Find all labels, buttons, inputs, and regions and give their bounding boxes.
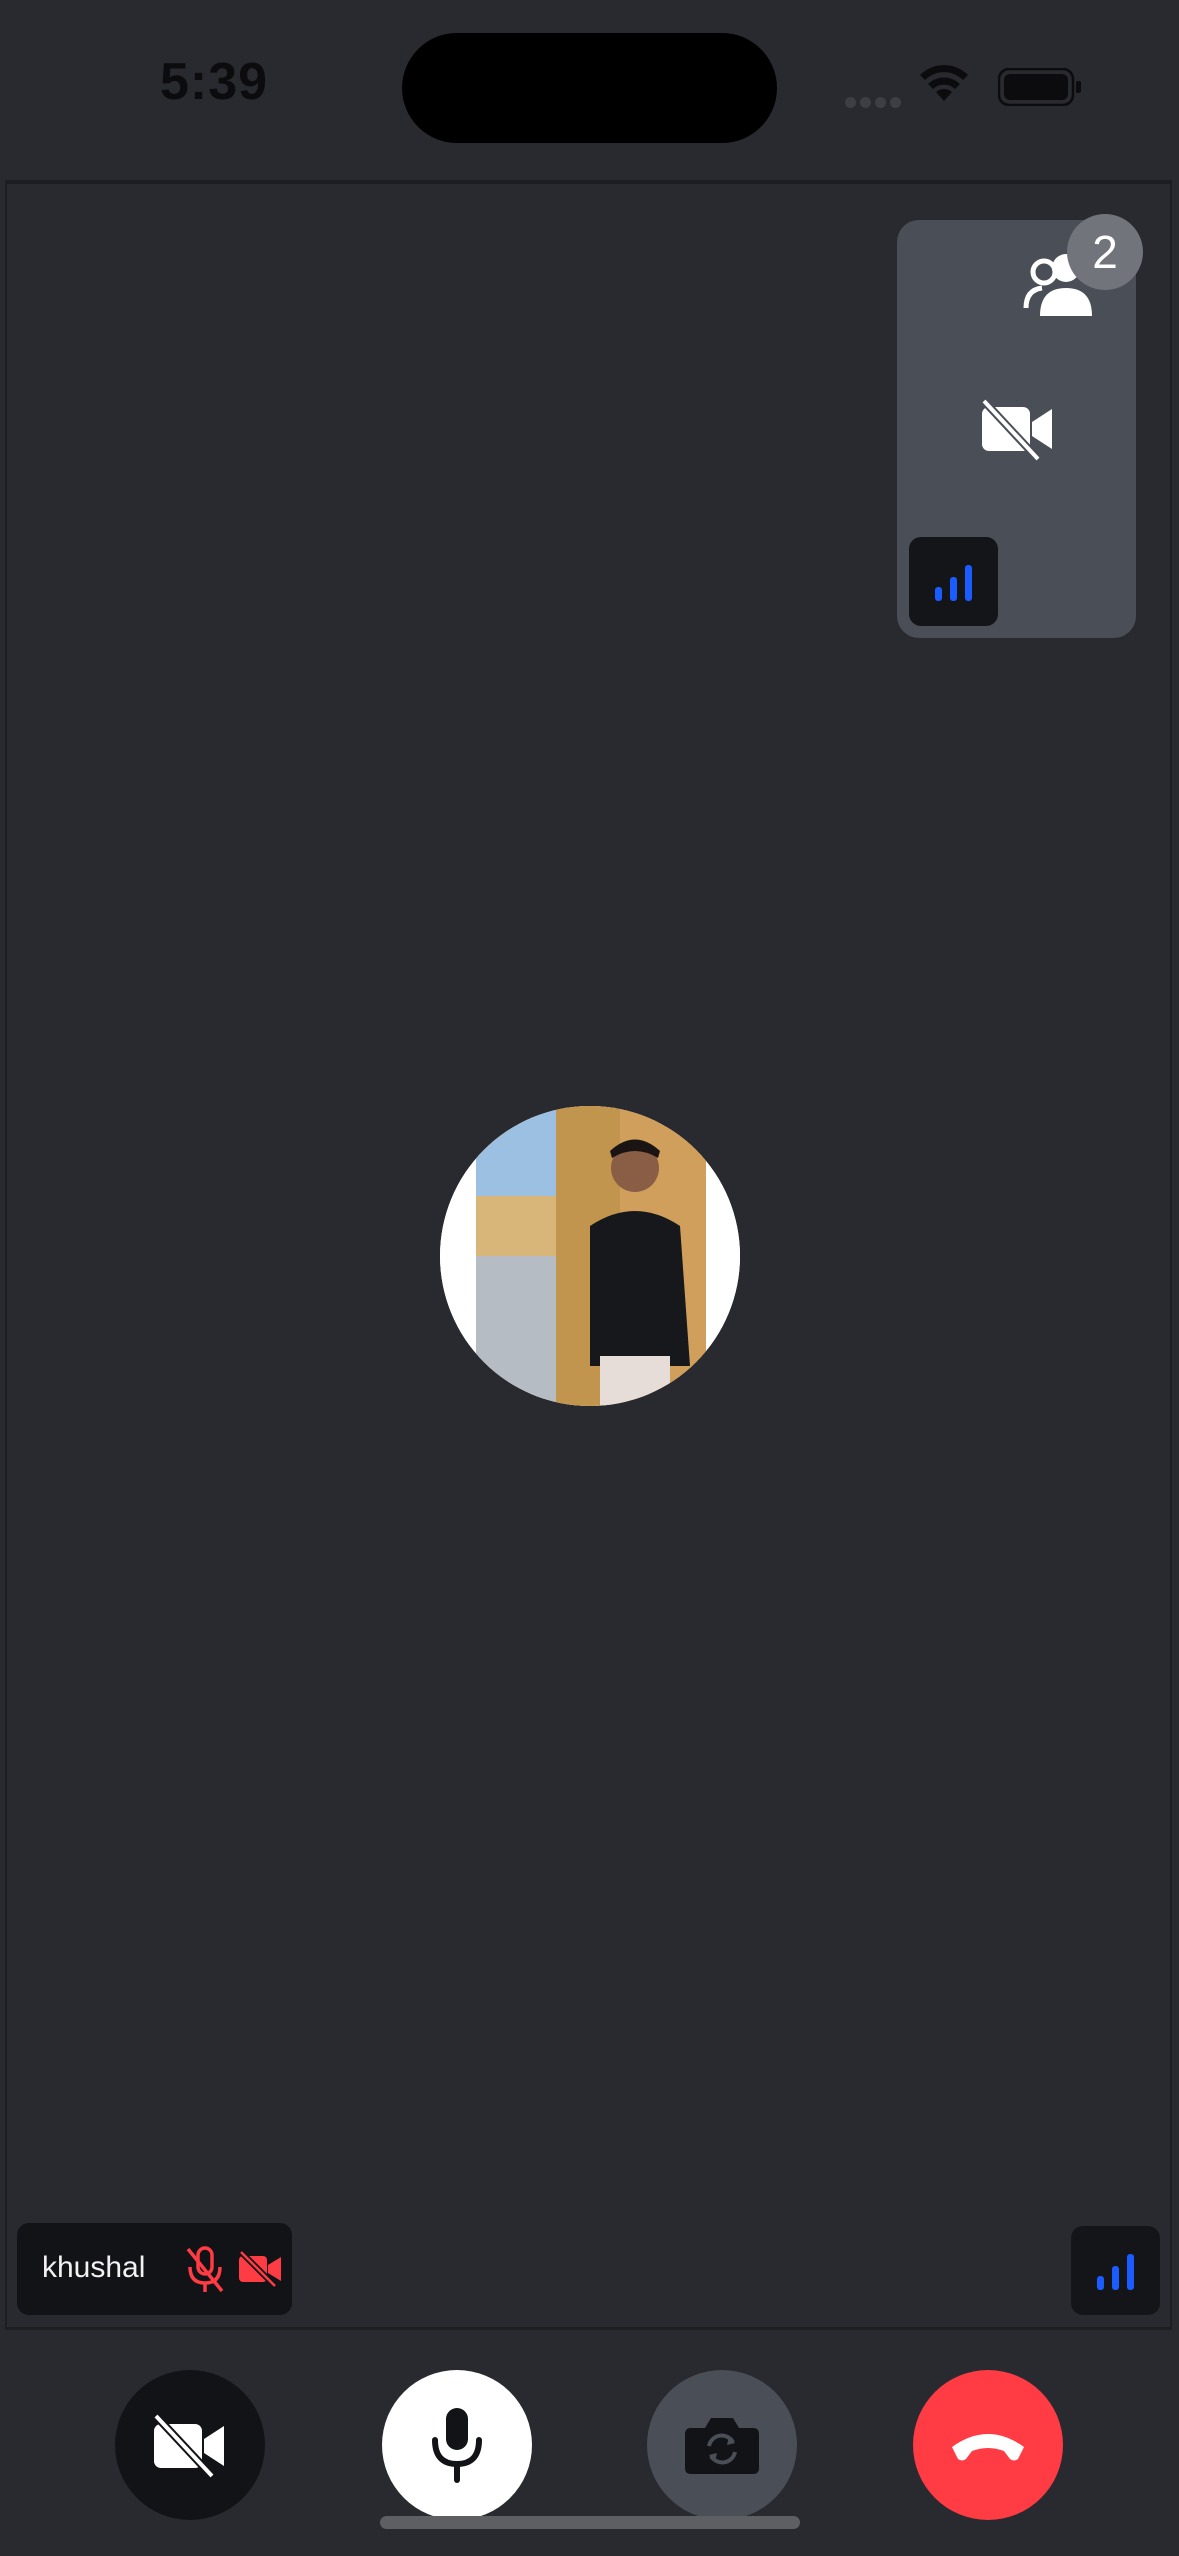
microphone-icon xyxy=(432,2408,482,2483)
toggle-video-button[interactable] xyxy=(115,2370,265,2520)
home-indicator[interactable] xyxy=(380,2516,800,2529)
battery-icon xyxy=(998,68,1081,106)
participant-name: khushal xyxy=(42,2251,146,2284)
status-bar: 5:39 xyxy=(0,0,1179,175)
phone-hangup-icon xyxy=(952,2434,1024,2461)
end-call-button[interactable] xyxy=(913,2370,1063,2520)
status-time: 5:39 xyxy=(160,53,269,111)
mic-off-icon xyxy=(186,2246,224,2293)
main-network-indicator xyxy=(1071,2226,1160,2315)
participant-count-badge: 2 xyxy=(1067,214,1143,290)
video-off-icon xyxy=(981,398,1052,462)
network-signal-icon xyxy=(935,565,972,601)
dynamic-island xyxy=(402,33,777,143)
wifi-icon xyxy=(920,65,968,101)
network-signal-icon xyxy=(1097,2254,1134,2290)
participant-avatar xyxy=(440,1106,740,1406)
participant-name-tag: khushal xyxy=(17,2223,292,2315)
switch-camera-button[interactable] xyxy=(647,2370,797,2520)
cellular-signal-icon xyxy=(845,95,905,113)
camera-flip-icon xyxy=(685,2418,759,2474)
toggle-mic-button[interactable] xyxy=(382,2370,532,2520)
pip-network-indicator xyxy=(909,537,998,626)
camera-off-icon xyxy=(238,2250,281,2288)
video-off-icon xyxy=(153,2413,224,2478)
